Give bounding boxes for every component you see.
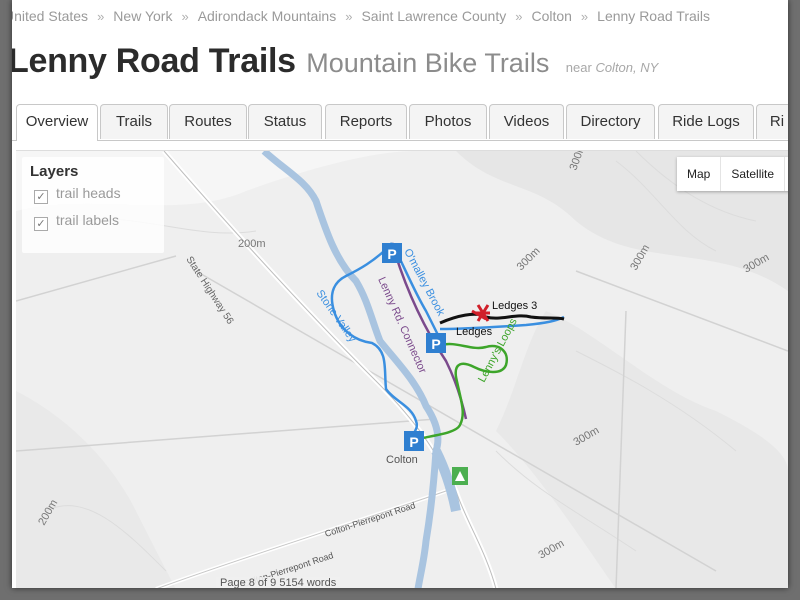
trail-heads-checkbox[interactable]: ✓ — [34, 190, 48, 204]
tab-status[interactable]: Status — [248, 104, 322, 139]
breadcrumb-separator: » — [181, 9, 189, 24]
breadcrumb-colton[interactable]: Colton — [531, 8, 571, 24]
breadcrumb-lenny-road-trails[interactable]: Lenny Road Trails — [597, 8, 710, 24]
parking-icon[interactable]: P — [404, 431, 424, 451]
parking-label: P — [431, 336, 440, 352]
document-status-bar: Page 8 of 9 5154 words — [216, 577, 341, 588]
layer-trail-heads[interactable]: ✓ trail heads — [22, 180, 164, 207]
breadcrumb-new-york[interactable]: New York — [113, 8, 172, 24]
parking-label: P — [387, 246, 396, 262]
breadcrumb-separator: » — [515, 9, 523, 24]
tab-ride-logs[interactable]: Ride Logs — [658, 104, 754, 139]
map-type-satellite-button[interactable]: Satellite — [721, 157, 786, 191]
near-place-link[interactable]: Colton, NY — [595, 60, 658, 75]
layers-title: Layers — [30, 163, 79, 180]
tab-overview[interactable]: Overview — [16, 104, 98, 141]
page-heading: Lenny Road Trails Mountain Bike Trails n… — [12, 42, 658, 81]
parking-icon[interactable]: P — [426, 333, 446, 353]
tab-bar: Overview Trails Routes Status Reports Ph… — [12, 104, 788, 141]
ledges-3-label: Ledges 3 — [492, 300, 537, 312]
parking-label: P — [409, 434, 418, 450]
tab-photos[interactable]: Photos — [409, 104, 487, 139]
tab-routes[interactable]: Routes — [169, 104, 247, 139]
breadcrumb-united-states[interactable]: United States — [12, 8, 88, 24]
tab-trails[interactable]: Trails — [100, 104, 168, 139]
trail-heads-label: trail heads — [56, 185, 121, 201]
elevation-label: 200m — [238, 238, 266, 250]
breadcrumb-separator: » — [580, 9, 589, 24]
layer-trail-labels[interactable]: ✓ trail labels — [22, 207, 164, 234]
map-type-map-button[interactable]: Map — [677, 157, 722, 191]
trail-labels-checkbox[interactable]: ✓ — [34, 217, 48, 231]
browser-page: United States » New York » Adirondack Mounta… — [12, 0, 788, 588]
page-title: Lenny Road Trails — [12, 42, 296, 80]
breadcrumb-saint-lawrence-county[interactable]: Saint Lawrence County — [361, 8, 506, 24]
colton-town-label: Colton — [386, 454, 418, 466]
map-type-control: MapSatelliteO — [677, 157, 788, 191]
tab-ride-overflow[interactable]: Ri — [756, 104, 788, 139]
layers-panel: Layers ✓ trail heads ✓ trail labels — [22, 157, 164, 253]
park-icon[interactable] — [452, 467, 468, 485]
trail-labels-label: trail labels — [56, 212, 120, 228]
tab-reports[interactable]: Reports — [325, 104, 407, 139]
breadcrumb: United States » New York » Adirondack Mounta… — [12, 8, 710, 28]
breadcrumb-separator: » — [345, 9, 353, 24]
trail-map[interactable]: P P P State Highway 56 200m 300m 300m 30… — [16, 150, 788, 588]
breadcrumb-adirondack-mountains[interactable]: Adirondack Mountains — [198, 8, 337, 24]
tab-directory[interactable]: Directory — [566, 104, 655, 139]
breadcrumb-separator: » — [97, 9, 105, 24]
page-subtitle: Mountain Bike Trails — [306, 48, 550, 78]
parking-icon[interactable]: P — [382, 243, 402, 263]
tab-videos[interactable]: Videos — [489, 104, 564, 139]
ledges-label: Ledges — [456, 326, 493, 338]
near-prefix: near — [565, 60, 592, 75]
location-note: near Colton, NY — [566, 60, 659, 75]
map-type-other-button[interactable]: O — [785, 157, 788, 191]
